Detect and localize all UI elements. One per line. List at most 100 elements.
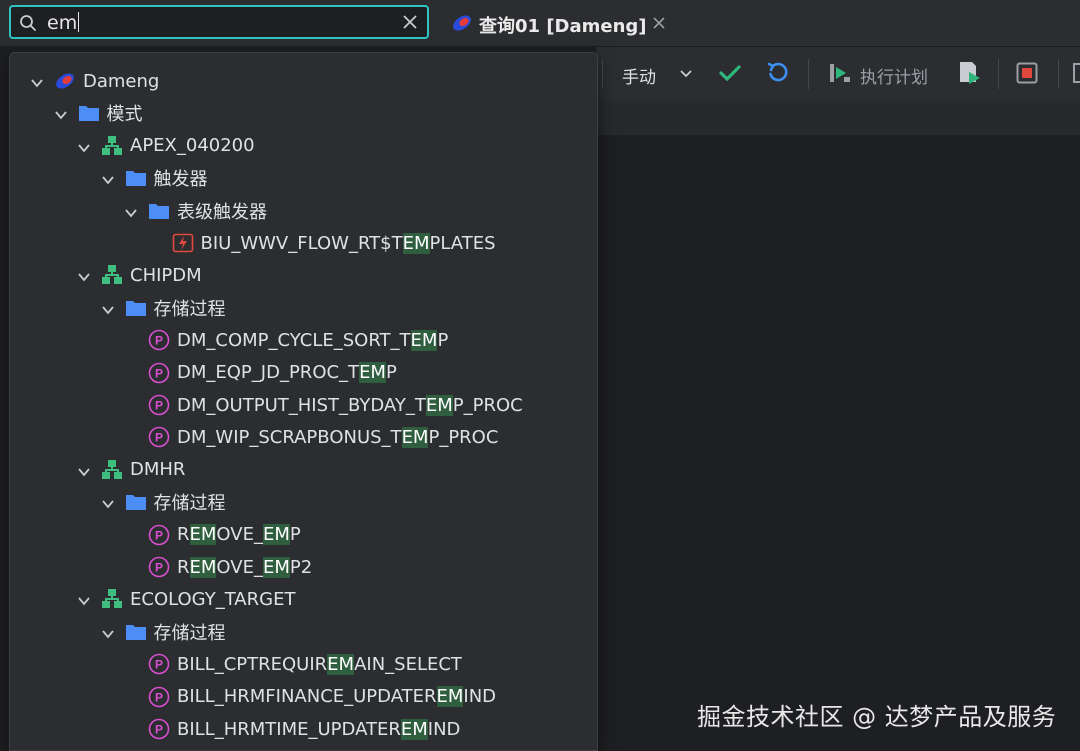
procedure-icon: P [148,686,170,708]
label-segment: APEX_040200 [130,135,255,157]
label-segment: OVE_ [216,524,263,546]
tree-node[interactable]: P DM_COMP_CYCLE_SORT_TEMP [148,325,448,355]
tab-label: 查询01 [Dameng] [479,16,647,37]
label-segment: BILL_HRMFINANCE_UPDATER [177,686,437,708]
trigger-icon [172,232,194,254]
commit-mode-select[interactable]: 手动 [622,63,656,88]
tab-query[interactable]: 查询01 [Dameng] [441,2,681,46]
chevron-down-icon[interactable] [678,65,694,81]
panel-icon[interactable] [1072,62,1080,84]
match-highlight: EM [262,556,290,578]
database-icon [54,70,76,92]
tree-node[interactable]: P REMOVE_EMP2 [148,552,312,582]
tree-node[interactable]: 触发器 [101,163,208,193]
tree-node-label: DM_COMP_CYCLE_SORT_TEMP [177,329,448,351]
run-script-icon[interactable] [956,60,982,86]
tree-node[interactable]: P BILL_CPTREQUIREMAIN_SELECT [148,649,462,679]
execution-plan-icon[interactable] [828,61,852,85]
label-segment: BILL_HRMTIME_UPDATER [177,718,401,740]
tree-node[interactable]: 存储过程 [101,293,226,323]
watermark: 掘金技术社区 @ 达梦产品及服务 [697,703,1057,731]
match-highlight: EM [400,718,428,740]
tree-node[interactable]: 存储过程 [101,617,226,647]
svg-text:P: P [155,431,163,445]
label-segment: DM_WIP_SCRAPBONUS_T [177,426,402,448]
tree-node-label: 存储过程 [154,489,226,515]
clear-icon[interactable] [401,13,419,31]
expand-chevron-icon[interactable] [77,592,91,606]
label-segment: DMHR [130,459,186,481]
schema-icon [101,588,123,610]
label-segment: Dameng [83,70,160,92]
tree-node-label: DM_OUTPUT_HIST_BYDAY_TEMP_PROC [177,394,523,416]
tree-node[interactable]: APEX_040200 [77,131,255,161]
match-highlight: EM [189,524,217,546]
search-box[interactable]: em [9,5,429,39]
tree-node[interactable]: DMHR [77,455,185,485]
tree-node[interactable]: P DM_OUTPUT_HIST_BYDAY_TEMP_PROC [148,390,523,420]
procedure-icon: P [148,524,170,546]
label-segment: 存储过程 [153,622,226,644]
rollback-icon[interactable] [766,61,790,85]
expand-chevron-icon[interactable] [77,268,91,282]
expand-chevron-icon[interactable] [101,301,115,315]
tree-node-label: 模式 [107,100,143,126]
dameng-logo-icon [453,15,471,31]
label-segment: BILL_CPTREQUIR [177,653,328,675]
tree-node[interactable]: P REMOVE_EMP [148,520,301,550]
label-segment: P_PROC [452,394,523,416]
tree-node[interactable]: P DM_WIP_SCRAPBONUS_TEMP_PROC [148,422,498,452]
expand-chevron-icon[interactable] [101,171,115,185]
search-input[interactable]: em [47,11,80,35]
expand-chevron-icon[interactable] [101,625,115,639]
label-segment: DM_OUTPUT_HIST_BYDAY_T [177,394,426,416]
label-segment: ECOLOGY_TARGET [130,588,296,610]
tree-node[interactable]: P DM_EQP_JD_PROC_TEMP [148,358,397,388]
tree-node-label: DMHR [130,459,185,480]
sql-editor[interactable] [596,135,1080,749]
tree-node[interactable]: BIU_WWV_FLOW_RT$TEMPLATES [172,228,496,258]
match-highlight: EM [327,653,355,675]
expand-chevron-icon[interactable] [124,204,138,218]
tree-node-label: BILL_HRMFINANCE_UPDATEREMIND [177,686,496,708]
procedure-icon: P [148,329,170,351]
object-tree-popup: Dameng 模式 APEX_040200 触发器 表级触发器 BIU_WWV_FLOW_… [9,52,598,751]
folder-icon [125,491,147,513]
tree-node[interactable]: 模式 [54,98,143,128]
tree-node[interactable]: 存储过程 [101,487,226,517]
tree-node-label: 触发器 [154,165,208,191]
tree-node[interactable]: ECOLOGY_TARGET [77,584,295,614]
match-highlight: EM [189,556,217,578]
tree-node[interactable]: CHIPDM [77,260,202,290]
folder-icon [125,297,147,319]
procedure-icon: P [148,426,170,448]
tree-node[interactable]: P BILL_HRMTIME_UPDATEREMIND [148,714,460,744]
schema-icon [101,135,123,157]
folder-icon [125,621,147,643]
tree-node-label: 存储过程 [154,295,226,321]
tree-node[interactable]: Dameng [30,66,159,96]
tree-node-label: REMOVE_EMP [177,524,301,546]
label-segment: BIU_WWV_FLOW_RT$T [200,232,403,254]
expand-chevron-icon[interactable] [77,139,91,153]
label-segment: CHIPDM [130,264,202,286]
match-highlight: EM [401,426,429,448]
expand-chevron-icon[interactable] [101,495,115,509]
tree-node[interactable]: 表级触发器 [124,196,267,226]
folder-icon [78,102,100,124]
commit-check-icon[interactable] [718,61,742,85]
expand-chevron-icon[interactable] [30,74,44,88]
divider [808,59,809,89]
editor-toolbar: 手动 执行计划 [596,46,1080,101]
expand-chevron-icon[interactable] [77,463,91,477]
stop-icon[interactable] [1016,62,1038,84]
label-segment: DM_COMP_CYCLE_SORT_T [177,329,411,351]
divider [998,59,999,89]
execution-plan-button[interactable]: 执行计划 [860,63,928,88]
close-tab-icon[interactable] [651,15,667,31]
match-highlight: EM [402,232,430,254]
tree-node[interactable]: P BILL_HRMFINANCE_UPDATEREMIND [148,682,496,712]
tree-node-label: BILL_HRMTIME_UPDATEREMIND [177,718,460,740]
expand-chevron-icon[interactable] [54,106,68,120]
match-highlight: EM [436,686,464,708]
